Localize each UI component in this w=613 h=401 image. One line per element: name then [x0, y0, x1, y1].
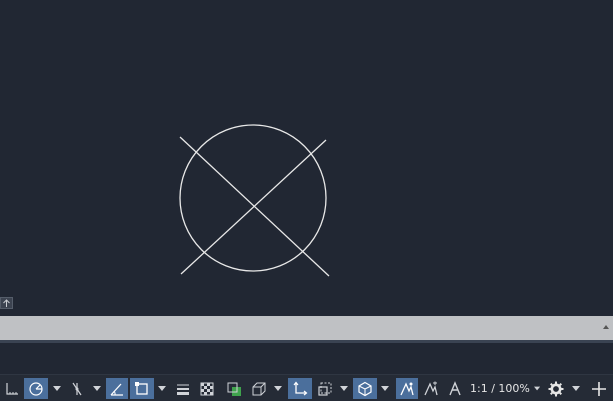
caret-up-icon [603, 325, 609, 329]
annotation-scale-selector[interactable]: 1:1 / 100% [470, 378, 540, 399]
arrow-up-icon [3, 298, 10, 307]
command-line-scroll-button[interactable] [602, 323, 610, 331]
dynamic-ucs-icon [293, 381, 308, 395]
gizmo-toggle[interactable] [353, 378, 377, 399]
3d-osnap-dropdown[interactable] [273, 378, 283, 399]
isodraft-toggle[interactable] [106, 378, 128, 399]
3d-osnap-toggle[interactable] [248, 378, 270, 399]
circle-entity[interactable] [179, 124, 327, 272]
annotation-visibility-toggle[interactable] [396, 378, 418, 399]
grid-toggle[interactable] [2, 378, 22, 399]
dynamic-ucs-toggle[interactable] [288, 378, 312, 399]
gizmo-dropdown[interactable] [380, 378, 390, 399]
lineweight-toggle[interactable] [172, 378, 194, 399]
ortho-toggle[interactable] [66, 378, 88, 399]
grid-icon [6, 382, 18, 395]
chevron-down-icon [53, 386, 61, 391]
drawing-canvas[interactable] [0, 0, 613, 296]
selection-filter-toggle[interactable] [314, 378, 336, 399]
chevron-down-icon [381, 386, 389, 391]
chevron-down-icon [340, 386, 348, 391]
status-bar: 1:1 / 100% [0, 374, 613, 401]
auto-scale-icon [424, 381, 438, 395]
snap-mode-toggle[interactable] [24, 378, 48, 399]
osnap-toggle[interactable] [130, 378, 154, 399]
annotation-visibility-icon [400, 381, 414, 395]
3d-osnap-icon [252, 382, 266, 395]
ortho-icon [72, 382, 82, 395]
annotation-scale-button[interactable] [444, 378, 466, 399]
workspace-dropdown[interactable] [571, 378, 581, 399]
selection-cycling-toggle[interactable] [222, 378, 246, 399]
snap-mode-icon [29, 381, 43, 396]
chevron-down-icon [572, 386, 580, 391]
snap-mode-dropdown[interactable] [52, 378, 62, 399]
line-entity-2[interactable] [180, 139, 327, 275]
command-history-expand-button[interactable] [0, 297, 13, 309]
osnap-dropdown[interactable] [157, 378, 167, 399]
chevron-down-icon [274, 386, 282, 391]
ortho-dropdown[interactable] [92, 378, 102, 399]
transparency-icon [200, 382, 214, 395]
selection-filter-icon [318, 382, 332, 396]
chevron-down-icon [533, 386, 540, 391]
customize-button[interactable] [588, 378, 610, 399]
workspace-gear-icon [548, 381, 564, 396]
isodraft-icon [110, 383, 123, 396]
chevron-down-icon [93, 386, 101, 391]
chevron-down-icon [158, 386, 166, 391]
annotation-scale-icon [449, 380, 461, 395]
selection-filter-dropdown[interactable] [339, 378, 349, 399]
command-line-input[interactable] [0, 316, 613, 340]
lineweight-icon [177, 384, 189, 395]
selection-cycling-icon [227, 382, 241, 396]
osnap-icon [135, 381, 148, 395]
auto-scale-toggle[interactable] [420, 378, 442, 399]
customize-plus-icon [592, 381, 606, 396]
workspace-button[interactable] [545, 378, 567, 399]
command-line-border [0, 340, 613, 343]
annotation-scale-value: 1:1 / 100% [470, 382, 530, 395]
transparency-toggle[interactable] [196, 378, 218, 399]
gizmo-icon [358, 381, 372, 396]
